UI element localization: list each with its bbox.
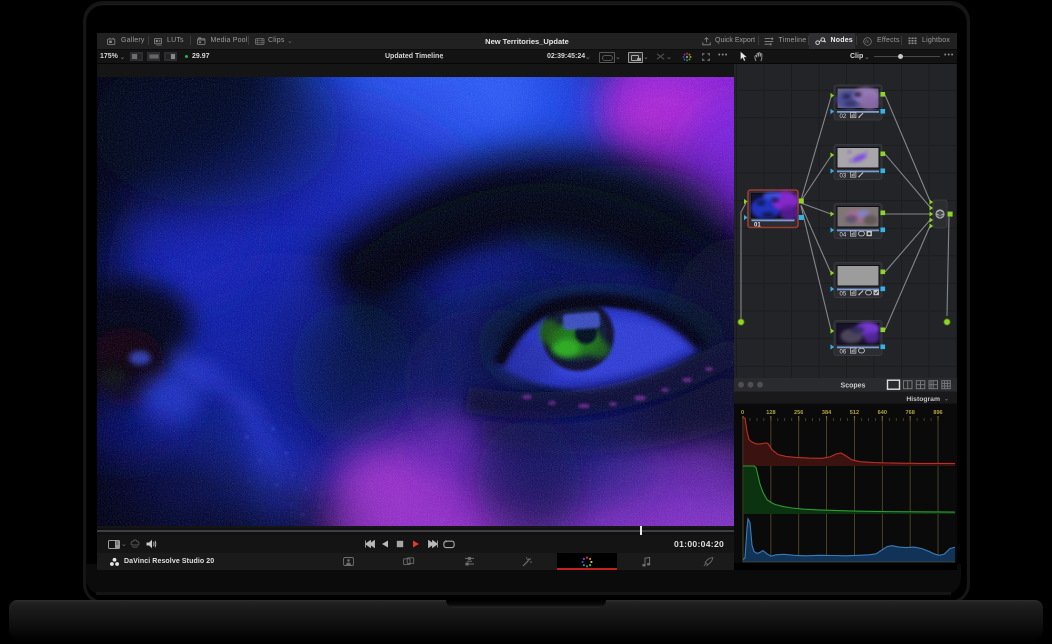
svg-text:fx: fx xyxy=(865,39,869,44)
svg-text:02: 02 xyxy=(840,114,847,120)
svg-text:768: 768 xyxy=(906,410,915,416)
svg-text:06: 06 xyxy=(840,350,847,356)
svg-text:⌄: ⌄ xyxy=(944,396,949,402)
svg-text:01: 01 xyxy=(754,223,761,229)
svg-text:04: 04 xyxy=(840,233,847,239)
svg-text:Histogram: Histogram xyxy=(906,396,940,403)
svg-text:128: 128 xyxy=(766,410,775,416)
svg-text:256: 256 xyxy=(794,410,803,416)
svg-text:03: 03 xyxy=(840,174,847,180)
svg-text:896: 896 xyxy=(933,410,942,416)
svg-text:0: 0 xyxy=(741,410,744,416)
svg-text:640: 640 xyxy=(878,410,887,416)
svg-text:384: 384 xyxy=(822,410,832,416)
svg-text:Scopes: Scopes xyxy=(841,382,866,389)
svg-text:512: 512 xyxy=(850,410,859,416)
svg-text:05: 05 xyxy=(840,292,847,298)
